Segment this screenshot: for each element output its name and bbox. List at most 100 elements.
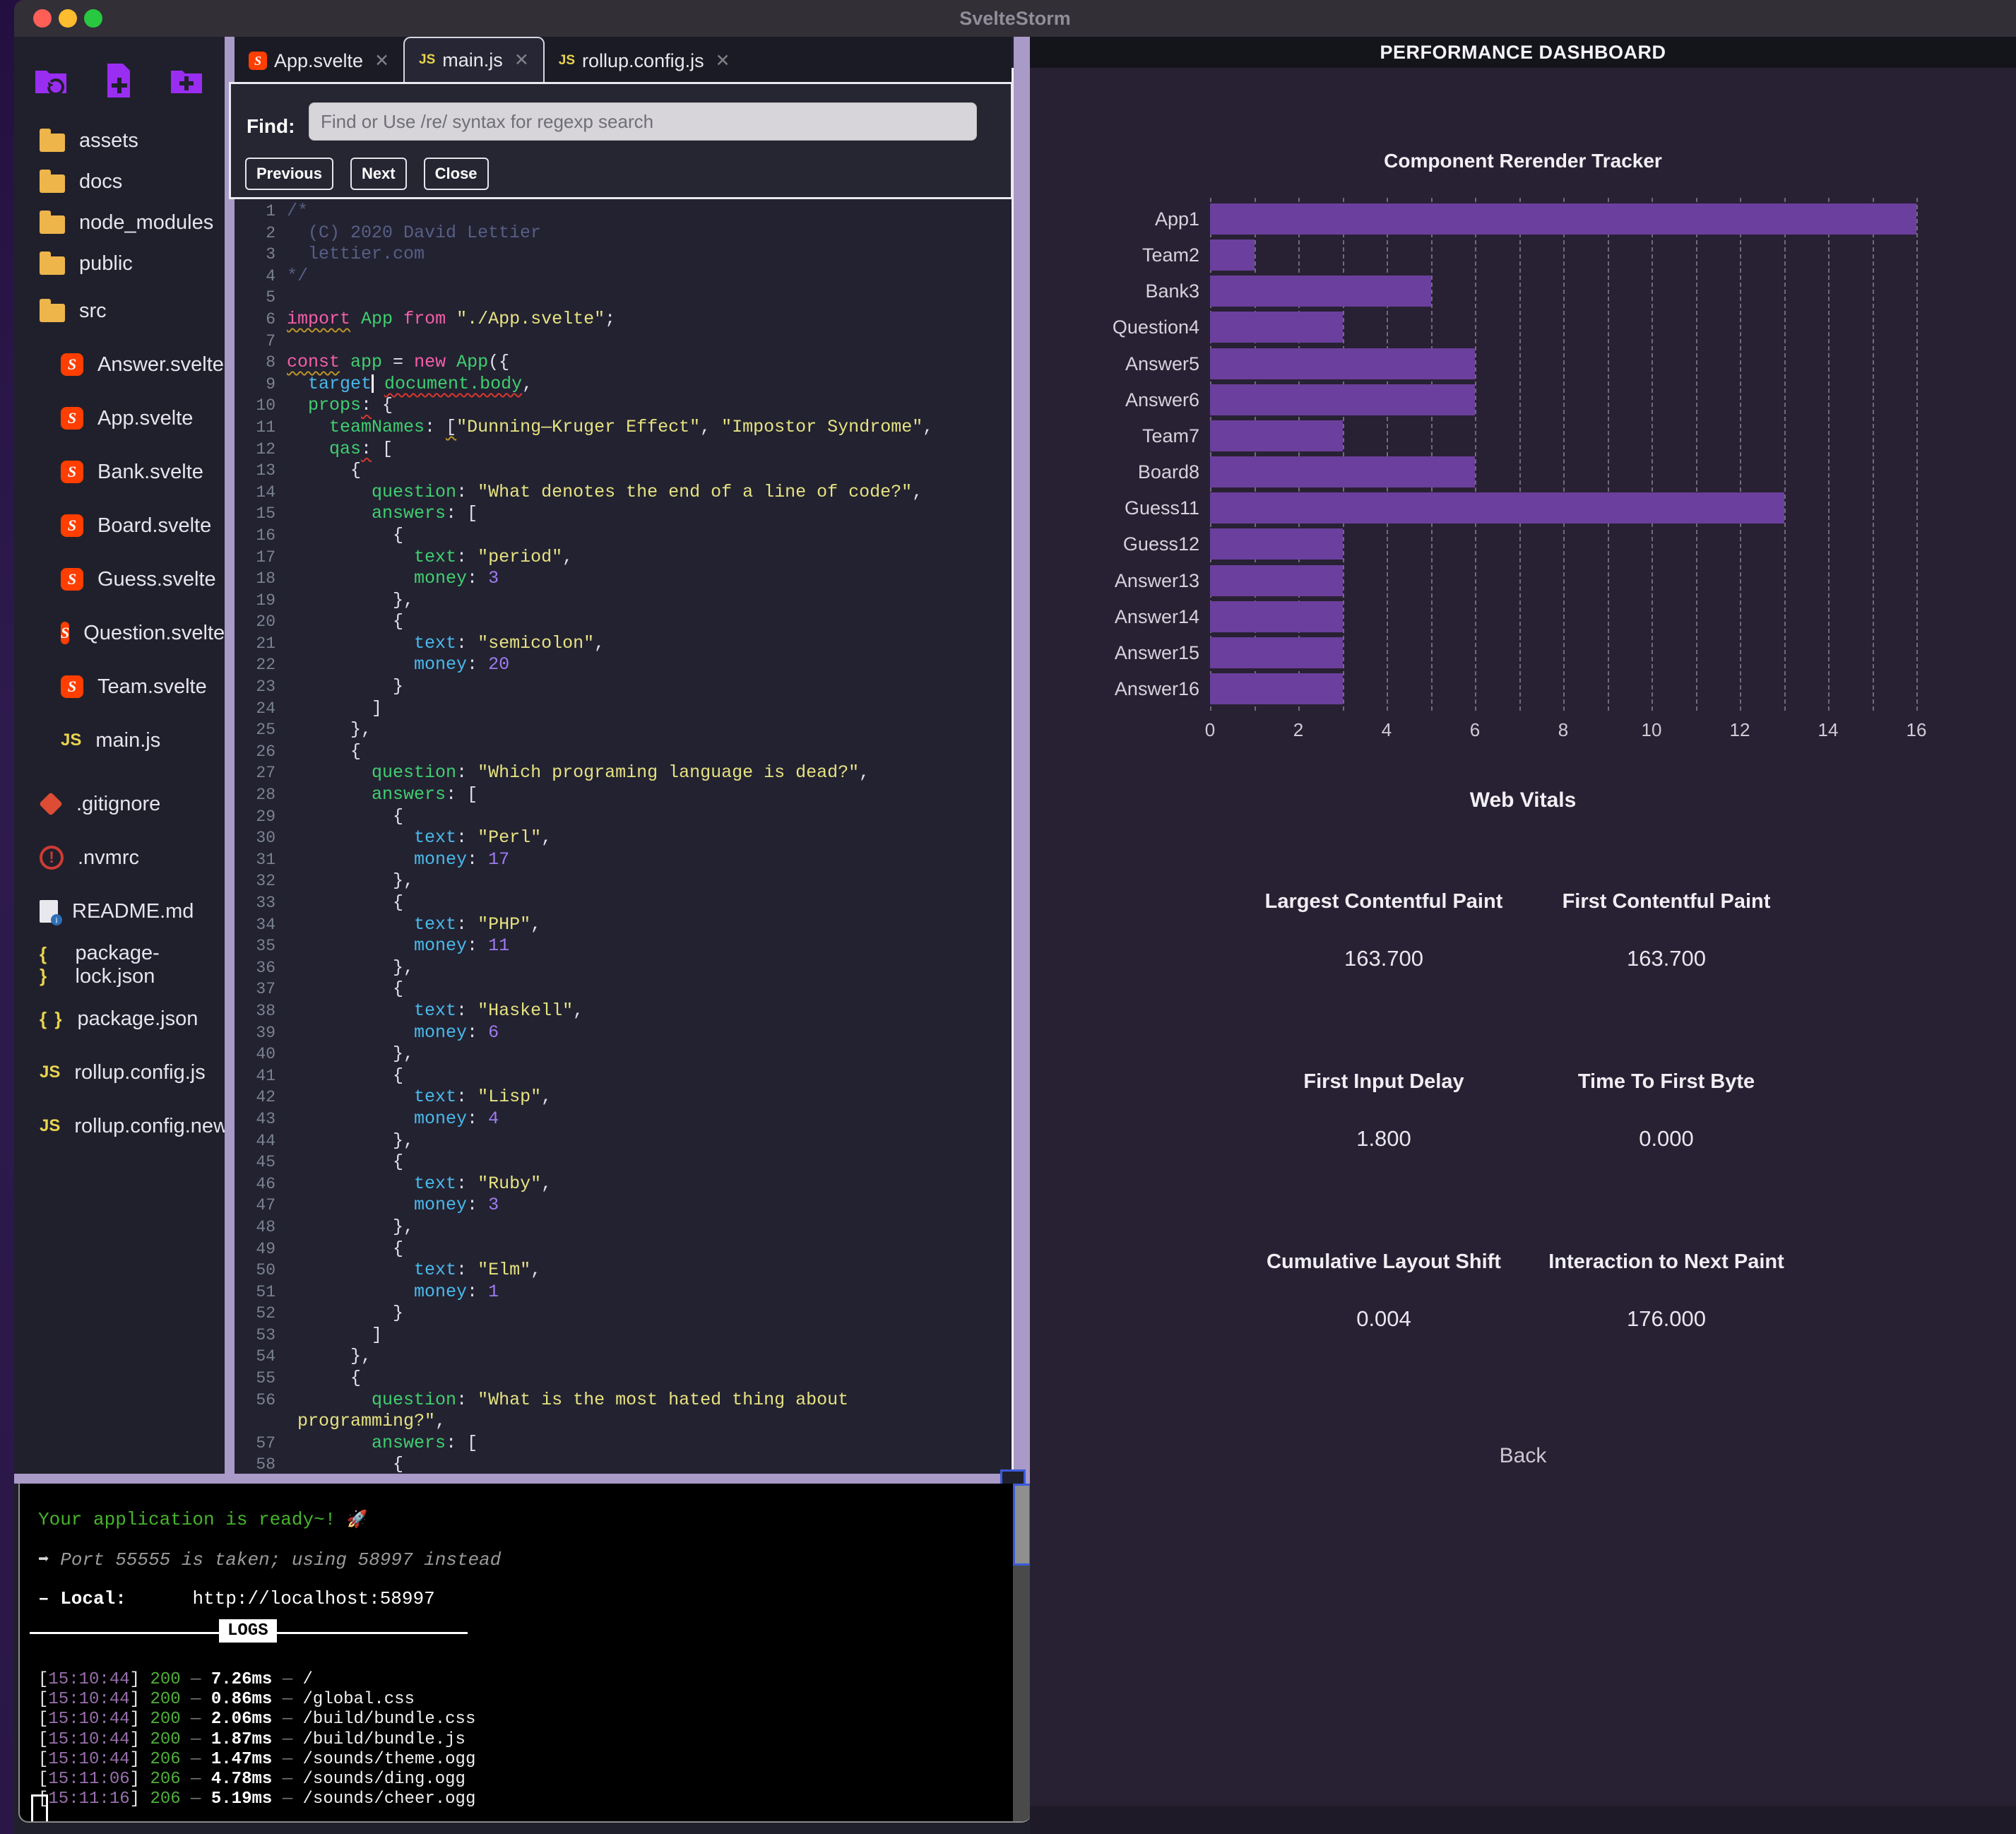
metric-value: 1.800 <box>1228 1126 1539 1152</box>
tree-item-question-svelte[interactable]: SQuestion.svelte <box>14 606 225 660</box>
code-token <box>393 309 403 329</box>
new-file-icon[interactable] <box>100 62 137 99</box>
line-number: 51 <box>235 1282 275 1303</box>
window-title: SvelteStorm <box>14 0 2016 37</box>
log-token: /global.css <box>303 1690 415 1709</box>
code-line: 49 { <box>235 1238 1012 1260</box>
next-button[interactable]: Next <box>350 158 407 190</box>
close-icon[interactable]: ✕ <box>514 49 529 71</box>
tree-item-answer-svelte[interactable]: SAnswer.svelte <box>14 338 225 391</box>
tree-item-docs[interactable]: docs <box>14 161 225 202</box>
back-button[interactable]: Back <box>1030 1444 2016 1468</box>
tab-rollup-config-js[interactable]: JSrollup.config.js✕ <box>545 40 745 82</box>
close-button[interactable]: Close <box>424 158 489 190</box>
line-content: text: "Elm", <box>287 1260 541 1282</box>
app-window: SvelteStorm <box>14 0 2016 1834</box>
line-content: } <box>287 676 403 698</box>
line-content: text: "Haskell", <box>287 1000 583 1022</box>
tree-item-bank-svelte[interactable]: SBank.svelte <box>14 445 225 499</box>
code-token <box>340 352 350 372</box>
code-line: 35 money: 11 <box>235 935 1012 957</box>
code-token: , <box>522 374 533 394</box>
terminal-scrollbar-thumb[interactable] <box>1013 1484 1031 1566</box>
tree-item-public[interactable]: public <box>14 243 225 284</box>
tree-item-package-lock-json[interactable]: { }package-lock.json <box>14 938 225 992</box>
close-icon[interactable]: ✕ <box>716 50 730 71</box>
code-editor[interactable]: 1/*2 (C) 2020 David Lettier3 lettier.com… <box>235 201 1012 1474</box>
code-token <box>287 547 414 567</box>
code-token: money <box>414 935 467 956</box>
tree-item-label: public <box>79 252 133 276</box>
code-token: "Which programing language is dead?" <box>478 762 859 783</box>
tree-item-guess-svelte[interactable]: SGuess.svelte <box>14 552 225 606</box>
log-token: 206 <box>150 1789 180 1809</box>
tree-item-node-modules[interactable]: node_modules <box>14 202 225 243</box>
line-content: { <box>287 978 403 1000</box>
code-token: } <box>287 676 403 697</box>
localhost-url[interactable]: http://localhost:58997 <box>192 1588 434 1609</box>
tree-item-rollup-config-new-js[interactable]: JSrollup.config.new.js <box>14 1099 225 1153</box>
line-content: { <box>287 806 403 828</box>
tree-item-src[interactable]: src <box>14 284 225 338</box>
log-token: 7.26ms <box>211 1670 272 1689</box>
code-token: : [ <box>446 503 478 523</box>
line-content: answers: [ <box>287 1433 478 1455</box>
code-line: 48 }, <box>235 1217 1012 1238</box>
code-token <box>287 482 372 502</box>
line-content: }, <box>287 719 372 741</box>
code-token: App <box>456 352 488 372</box>
code-token: qas <box>329 439 361 459</box>
line-content: }, <box>287 590 414 612</box>
tree-item-rollup-config-js[interactable]: JSrollup.config.js <box>14 1046 225 1099</box>
folder-icon <box>40 256 65 275</box>
code-token: }, <box>287 590 414 610</box>
x-tick-4: 4 <box>1358 719 1415 741</box>
log-token: /sounds/cheer.ogg <box>303 1789 476 1809</box>
tree-item-nvmrc[interactable]: !.nvmrc <box>14 831 225 885</box>
tree-item-package-json[interactable]: { }package.json <box>14 992 225 1046</box>
code-token <box>287 503 372 523</box>
tree-item-app-svelte[interactable]: SApp.svelte <box>14 391 225 445</box>
category-label-answer16: Answer16 <box>1030 673 1199 704</box>
tree-item-team-svelte[interactable]: STeam.svelte <box>14 660 225 714</box>
line-number: 10 <box>235 395 275 417</box>
code-token: question <box>372 1390 456 1410</box>
bar-answer14 <box>1210 601 1343 632</box>
terminal-panel[interactable]: Your application is ready~! 🚀 ➡ Port 555… <box>18 1484 1031 1823</box>
line-number: 3 <box>235 244 275 266</box>
code-token: , <box>530 1260 541 1280</box>
code-token: props <box>308 395 361 415</box>
svelte-icon: S <box>61 353 83 376</box>
code-line: 8const app = new App({ <box>235 352 1012 374</box>
tree-item-assets[interactable]: assets <box>14 120 225 161</box>
tree-item-label: .gitignore <box>76 793 160 816</box>
tree-item-readme-md[interactable]: README.md <box>14 885 225 938</box>
reload-folder-icon[interactable] <box>32 62 69 99</box>
close-icon[interactable]: ✕ <box>374 50 389 71</box>
metric-value: 0.004 <box>1228 1306 1539 1332</box>
new-folder-icon[interactable] <box>168 62 205 99</box>
log-token: ] <box>130 1750 150 1769</box>
title-bar: SvelteStorm <box>14 0 2016 37</box>
tree-item-gitignore[interactable]: .gitignore <box>14 777 225 831</box>
line-number: 38 <box>235 1000 275 1022</box>
find-input[interactable] <box>309 102 977 141</box>
code-token: , <box>541 1087 552 1107</box>
line-content: }, <box>287 1130 414 1152</box>
code-token: 4 <box>488 1108 499 1129</box>
line-number: 41 <box>235 1065 275 1087</box>
tree-item-board-svelte[interactable]: SBoard.svelte <box>14 499 225 552</box>
terminal-scrollbar[interactable] <box>1013 1484 1031 1821</box>
tab-app-svelte[interactable]: SApp.svelte✕ <box>235 40 403 82</box>
sidebar-divider[interactable] <box>225 37 235 1484</box>
tree-item-main-js[interactable]: JSmain.js <box>14 714 225 767</box>
code-token: "Elm" <box>478 1260 530 1280</box>
editor-horizontal-scrollbar[interactable] <box>14 1474 1030 1484</box>
tab-main-js[interactable]: JSmain.js✕ <box>403 37 545 82</box>
code-token <box>287 1195 414 1215</box>
code-token <box>287 762 372 783</box>
editor-vertical-scrollbar[interactable] <box>1014 37 1030 1484</box>
x-tick-0: 0 <box>1182 719 1238 741</box>
metric-label: Time To First Byte <box>1511 1070 1822 1094</box>
previous-button[interactable]: Previous <box>245 158 333 190</box>
